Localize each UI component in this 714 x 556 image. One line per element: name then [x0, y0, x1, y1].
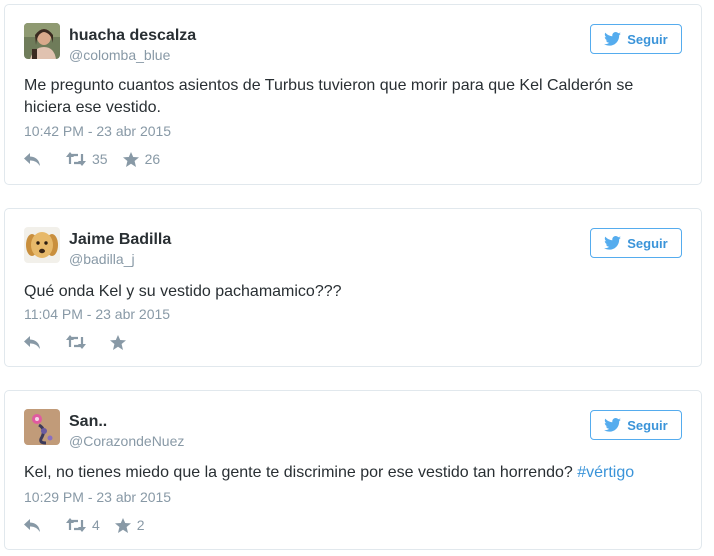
hashtag-link[interactable]: #vértigo: [577, 464, 634, 481]
favorite-count: 2: [136, 517, 145, 533]
tweet-actions: 4 2: [24, 515, 145, 535]
retweet-icon: [66, 518, 86, 532]
tweet-card: huacha descalza @colomba_blue Seguir Me …: [4, 4, 702, 185]
tweet-card: San.. @CorazondeNuez Seguir Kel, no tien…: [4, 390, 702, 550]
reply-button[interactable]: [24, 152, 46, 166]
favorite-button[interactable]: [110, 334, 126, 350]
twitter-bird-icon: [604, 236, 622, 250]
star-icon: [122, 151, 139, 167]
tweet-date[interactable]: 10:42 PM - 23 abr 2015: [24, 122, 171, 140]
user-handle[interactable]: @colomba_blue: [69, 46, 170, 64]
reply-button[interactable]: [24, 335, 46, 349]
follow-button[interactable]: Seguir: [590, 24, 682, 54]
reply-icon: [24, 152, 40, 166]
follow-label: Seguir: [627, 31, 668, 47]
follow-label: Seguir: [627, 235, 668, 251]
reply-button[interactable]: [24, 518, 46, 532]
retweet-count: 35: [92, 151, 108, 167]
retweet-button[interactable]: [66, 335, 86, 349]
twitter-bird-icon: [604, 418, 622, 432]
avatar[interactable]: [24, 409, 60, 445]
follow-button[interactable]: Seguir: [590, 410, 682, 440]
reply-icon: [24, 518, 40, 532]
user-handle[interactable]: @CorazondeNuez: [69, 432, 184, 450]
tweet-actions: 35 26: [24, 149, 160, 169]
retweet-button[interactable]: 4: [66, 517, 100, 533]
star-icon: [114, 517, 131, 533]
retweet-count: 4: [92, 517, 100, 533]
star-icon: [110, 334, 126, 350]
favorite-button[interactable]: 26: [122, 151, 161, 167]
avatar[interactable]: [24, 23, 60, 59]
tweet-date[interactable]: 10:29 PM - 23 abr 2015: [24, 488, 171, 506]
retweet-icon: [66, 335, 86, 349]
follow-button[interactable]: Seguir: [590, 228, 682, 258]
retweet-button[interactable]: 35: [66, 151, 108, 167]
tweet-text: Kel, no tienes miedo que la gente te dis…: [24, 462, 682, 484]
user-name[interactable]: huacha descalza: [69, 26, 196, 46]
user-handle[interactable]: @badilla_j: [69, 250, 135, 268]
retweet-icon: [66, 152, 86, 166]
tweet-text: Qué onda Kel y su vestido pachamamico???: [24, 283, 342, 300]
tweet-text: Me pregunto cuantos asientos de Turbus t…: [24, 77, 634, 116]
favorite-button[interactable]: 2: [114, 517, 145, 533]
tweet-card: Jaime Badilla @badilla_j Seguir Qué onda…: [4, 208, 702, 367]
tweet-date[interactable]: 11:04 PM - 23 abr 2015: [24, 305, 170, 323]
follow-label: Seguir: [627, 417, 668, 433]
tweet-actions: [24, 332, 126, 352]
avatar[interactable]: [24, 227, 60, 263]
user-name[interactable]: Jaime Badilla: [69, 230, 171, 250]
tweet-text-body: Kel, no tienes miedo que la gente te dis…: [24, 464, 578, 481]
twitter-bird-icon: [604, 32, 622, 46]
reply-icon: [24, 335, 40, 349]
favorite-count: 26: [144, 151, 161, 167]
user-name[interactable]: San..: [69, 412, 107, 432]
